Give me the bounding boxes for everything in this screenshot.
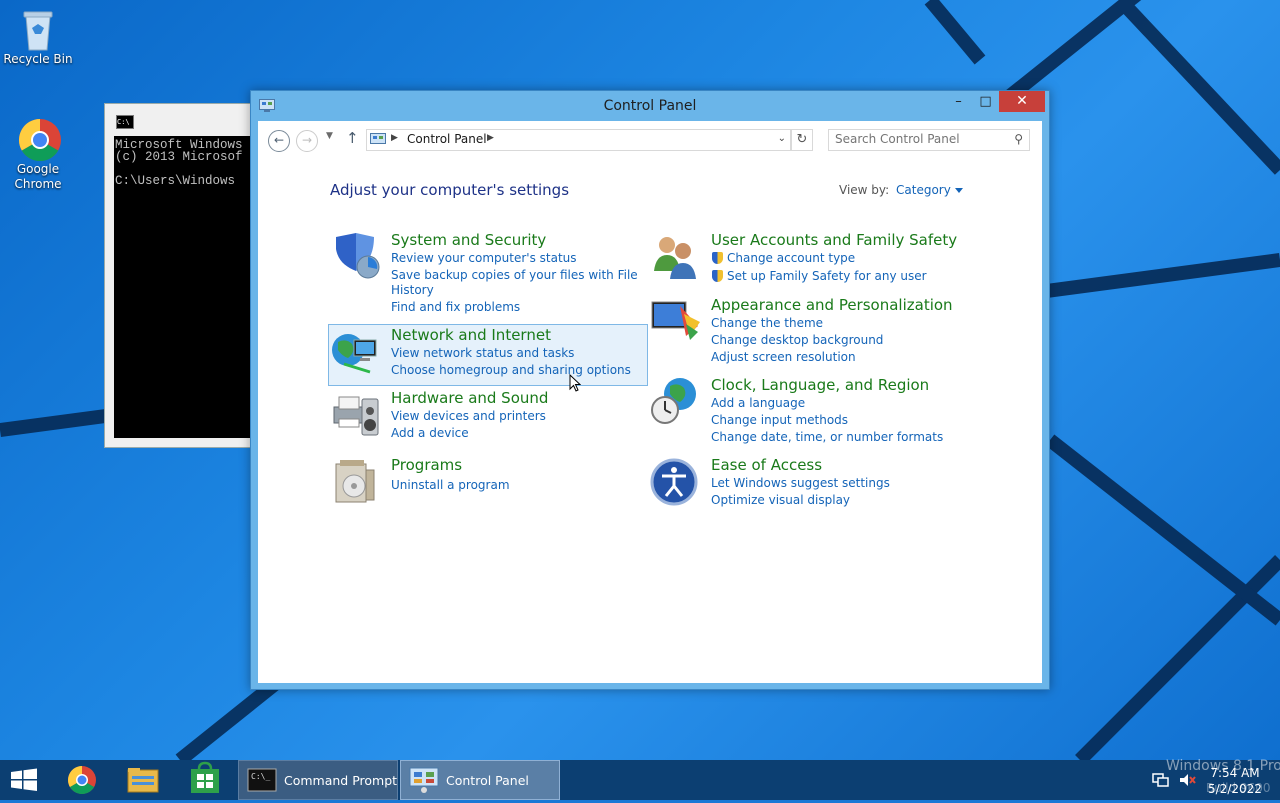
taskbar-command-prompt[interactable]: C:\_ Command Prompt <box>238 760 398 800</box>
view-by-label: View by: <box>839 183 890 197</box>
link-desktop-background[interactable]: Change desktop background <box>711 333 883 348</box>
forward-arrow-icon: → <box>301 133 313 147</box>
close-button[interactable]: ✕ <box>999 91 1045 112</box>
svg-text:C:\_: C:\_ <box>251 772 270 781</box>
link-input-methods[interactable]: Change input methods <box>711 413 848 428</box>
link-add-language[interactable]: Add a language <box>711 396 805 411</box>
recycle-bin-icon <box>18 8 58 51</box>
clock-time: 7:54 AM <box>1210 766 1260 780</box>
control-panel-window[interactable]: Control Panel – □ ✕ ← → ▼ ↑ ▶ Control Pa… <box>250 90 1050 690</box>
appearance-monitor-icon <box>651 301 700 340</box>
mouse-cursor-icon <box>569 374 581 392</box>
view-by-dropdown[interactable]: Category <box>896 183 963 197</box>
breadcrumb-chevron-icon[interactable]: ▶ <box>391 133 398 143</box>
cmd-titlebar[interactable]: C:\ <box>105 104 255 136</box>
ease-of-access-icon <box>650 458 698 506</box>
network-globe-icon <box>332 334 377 374</box>
link-review-status[interactable]: Review your computer's status <box>391 251 577 266</box>
breadcrumb-chevron-icon[interactable]: ▶ <box>487 133 494 143</box>
control-panel-location-icon <box>370 133 386 144</box>
link-family-safety[interactable]: Set up Family Safety for any user <box>711 269 927 284</box>
page-heading: Adjust your computer's settings <box>330 181 570 199</box>
cmd-line-4: C:\Users\Windows <box>115 174 236 188</box>
users-icon <box>654 237 696 279</box>
volume-muted-icon[interactable] <box>1178 772 1196 788</box>
command-prompt-window[interactable]: C:\ Microsoft Windows (c) 2013 Microsof C… <box>104 103 256 448</box>
cmd-app-icon: C:\ <box>116 115 134 129</box>
taskbar-file-explorer[interactable] <box>118 760 168 800</box>
shield-icon <box>336 233 380 279</box>
cmd-console[interactable]: Microsoft Windows (c) 2013 Microsof C:\Us… <box>114 136 255 438</box>
windows-logo-icon <box>11 768 37 791</box>
category-title[interactable]: Network and Internet <box>391 326 551 344</box>
taskbar-store[interactable] <box>180 760 230 800</box>
refresh-icon: ↻ <box>796 132 808 147</box>
link-uninstall-program[interactable]: Uninstall a program <box>391 478 510 493</box>
store-icon <box>191 761 219 793</box>
refresh-button[interactable]: ↻ <box>791 129 813 151</box>
link-date-time-formats[interactable]: Change date, time, or number formats <box>711 430 943 445</box>
taskbar: C:\_ Command Prompt Control Panel <box>0 760 1280 800</box>
recent-locations-button[interactable]: ▼ <box>326 131 333 141</box>
start-button[interactable] <box>0 760 48 800</box>
clock-globe-icon <box>651 378 696 424</box>
maximize-button[interactable]: □ <box>972 91 999 112</box>
control-panel-client: ← → ▼ ↑ ▶ Control Panel ▶ ⌄ ↻ ⚲ Adjust y… <box>258 121 1042 683</box>
clock-date: 5/2/2022 <box>1208 782 1262 796</box>
google-chrome-shortcut[interactable]: Google Chrome <box>0 118 76 192</box>
search-box[interactable]: ⚲ <box>828 129 1030 151</box>
system-clock[interactable]: 7:54 AM 5/2/2022 <box>1205 765 1265 797</box>
taskbar-cmd-label: Command Prompt <box>284 773 398 788</box>
link-save-backup-continued[interactable]: History <box>391 283 434 298</box>
address-dropdown-icon[interactable]: ⌄ <box>778 133 786 144</box>
cmd-icon: C:\_ <box>247 768 277 792</box>
link-homegroup-sharing[interactable]: Choose homegroup and sharing options <box>391 363 631 378</box>
recycle-bin-label: Recycle Bin <box>3 52 73 66</box>
chrome-icon <box>68 766 96 794</box>
printer-speaker-icon <box>333 396 379 436</box>
up-arrow-icon: ↑ <box>346 129 359 147</box>
up-button[interactable]: ↑ <box>346 129 359 147</box>
link-add-device[interactable]: Add a device <box>391 426 469 441</box>
cmd-line-2: (c) 2013 Microsof <box>115 150 243 164</box>
minimize-button[interactable]: – <box>945 91 972 112</box>
category-title[interactable]: Ease of Access <box>711 456 822 474</box>
recycle-bin-shortcut[interactable]: Recycle Bin <box>0 8 76 67</box>
back-button[interactable]: ← <box>268 130 290 152</box>
navigation-bar: ← → ▼ ↑ ▶ Control Panel ▶ ⌄ ↻ ⚲ <box>258 121 1042 157</box>
link-find-fix-problems[interactable]: Find and fix problems <box>391 300 520 315</box>
forward-button[interactable]: → <box>296 130 318 152</box>
link-save-backup[interactable]: Save backup copies of your files with Fi… <box>391 268 638 283</box>
link-view-network-status[interactable]: View network status and tasks <box>391 346 574 361</box>
back-arrow-icon: ← <box>273 133 285 147</box>
chrome-icon <box>18 118 61 162</box>
view-by-value: Category <box>896 183 951 197</box>
taskbar-control-panel[interactable]: Control Panel <box>400 760 560 800</box>
link-optimize-visual-display[interactable]: Optimize visual display <box>711 493 850 508</box>
link-change-theme[interactable]: Change the theme <box>711 316 823 331</box>
link-screen-resolution[interactable]: Adjust screen resolution <box>711 350 856 365</box>
network-tray-icon[interactable] <box>1152 772 1170 788</box>
category-title[interactable]: Clock, Language, and Region <box>711 376 929 394</box>
control-panel-icon <box>409 767 439 793</box>
link-change-account-type[interactable]: Change account type <box>711 251 855 266</box>
address-bar[interactable]: ▶ Control Panel ▶ ⌄ <box>366 129 791 151</box>
category-title[interactable]: User Accounts and Family Safety <box>711 231 957 249</box>
taskbar-cp-label: Control Panel <box>446 773 529 788</box>
search-input[interactable] <box>829 130 1005 148</box>
breadcrumb-control-panel[interactable]: Control Panel <box>407 132 487 146</box>
taskbar-chrome[interactable] <box>57 760 107 800</box>
link-windows-suggest-settings[interactable]: Let Windows suggest settings <box>711 476 890 491</box>
caret-down-icon <box>954 188 963 193</box>
google-chrome-label: Google Chrome <box>14 162 62 191</box>
category-title[interactable]: Hardware and Sound <box>391 389 548 407</box>
programs-icon <box>335 460 375 503</box>
category-title[interactable]: System and Security <box>391 231 546 249</box>
category-title[interactable]: Appearance and Personalization <box>711 296 953 314</box>
link-devices-printers[interactable]: View devices and printers <box>391 409 546 424</box>
search-icon[interactable]: ⚲ <box>1014 132 1023 146</box>
category-title[interactable]: Programs <box>391 456 462 474</box>
window-title: Control Panel <box>603 98 697 114</box>
folder-icon <box>127 768 159 793</box>
